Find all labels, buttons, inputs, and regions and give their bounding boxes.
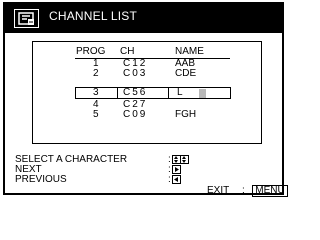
table-row-ch: C09	[123, 109, 148, 120]
table-row-prog: 2	[93, 68, 99, 79]
colon: :	[168, 174, 171, 185]
text-cursor	[199, 89, 206, 98]
table-row-prog: 3	[93, 87, 99, 98]
page-title: CHANNEL LIST	[49, 9, 137, 23]
right-arrow-icon	[172, 165, 181, 174]
header-prog: PROG	[76, 46, 106, 57]
name-edit-field[interactable]: L	[177, 88, 183, 98]
table-row-name: CDE	[175, 68, 197, 79]
menu-button[interactable]: MENU	[252, 185, 288, 197]
colon: :	[242, 185, 245, 196]
table-row-prog: 5	[93, 109, 99, 120]
row-divider	[117, 87, 118, 99]
menu-list-icon	[14, 9, 39, 28]
title-bar: CHANNEL LIST	[5, 4, 282, 33]
up-down-arrow-icon	[180, 155, 189, 164]
exit-label: EXIT	[207, 185, 230, 196]
table-row-ch: C03	[123, 68, 148, 79]
header-ch: CH	[120, 46, 135, 57]
header-name: NAME	[175, 46, 204, 57]
table-row-name: FGH	[175, 109, 197, 120]
instruction-previous: PREVIOUS	[15, 174, 67, 185]
row-divider	[168, 87, 169, 99]
left-arrow-icon	[172, 175, 181, 184]
table-row-ch: C56	[123, 87, 148, 98]
osd-frame: CHANNEL LIST PROG CH NAME 1 C12 AAB 2 C0…	[3, 2, 288, 197]
